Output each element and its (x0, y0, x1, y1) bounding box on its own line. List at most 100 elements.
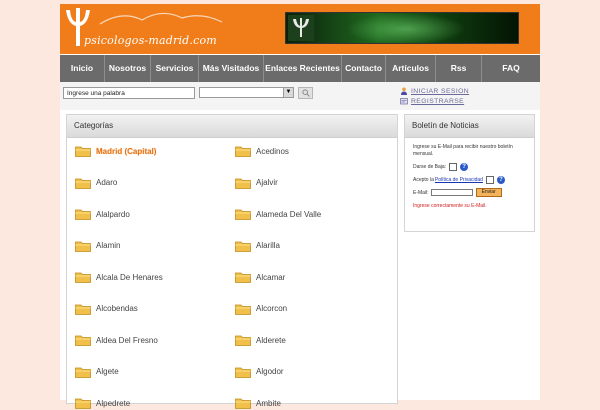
search-icon (302, 89, 310, 97)
header-banner[interactable] (285, 12, 519, 44)
folder-icon (75, 304, 91, 315)
banner-glow (346, 13, 466, 43)
category-item[interactable]: Alcorcon (235, 302, 287, 316)
category-select[interactable]: ▼ (199, 87, 294, 98)
category-label: Alameda Del Valle (256, 209, 322, 219)
newsletter-panel: Boletín de Noticias Ingrese su E-Mail pa… (404, 114, 535, 232)
category-item[interactable]: Madrid (Capital) (75, 144, 156, 158)
category-item[interactable]: Alpedrete (75, 396, 130, 410)
folder-icon (75, 178, 91, 189)
psi-banner-icon (288, 15, 314, 41)
category-item[interactable]: Alcobendas (75, 302, 138, 316)
folder-icon (235, 272, 251, 283)
nav-item-nosotros[interactable]: Nosotros (105, 55, 151, 82)
register-icon (400, 98, 408, 105)
search-button[interactable] (298, 87, 313, 99)
category-label: Alcobendas (96, 304, 138, 313)
user-icon (401, 87, 407, 95)
site-header: psicologos-madrid.com (60, 4, 540, 54)
send-button[interactable]: Enviar (475, 188, 502, 197)
category-item[interactable]: Adaro (75, 176, 117, 190)
folder-icon (235, 398, 251, 409)
folder-icon (235, 146, 251, 157)
nav-item-inicio[interactable]: Inicio (60, 55, 105, 82)
category-label: Ajalvir (256, 178, 278, 187)
page-wrapper: psicologos-madrid.com Inicio Nosotros Se… (60, 4, 540, 409)
email-row: E-Mail: Enviar (413, 188, 528, 197)
newsletter-description: Ingrese su E-Mail para recibir nuestro b… (413, 144, 513, 157)
unsubscribe-label: Darse de Baja: (413, 163, 447, 170)
categories-panel: Categorías Madrid (Capital) Adaro Alalpard… (66, 114, 398, 409)
newsletter-title: Boletín de Noticias (405, 115, 534, 138)
folder-icon (235, 241, 251, 252)
chevron-down-icon[interactable]: ▼ (283, 88, 293, 97)
category-item[interactable]: Alarilla (235, 239, 280, 253)
main-nav: Inicio Nosotros Servicios Más Visitados … (60, 55, 540, 82)
category-label: Aldea Del Fresno (96, 335, 158, 345)
register-label: REGISTRARSE (411, 97, 465, 105)
folder-icon (235, 304, 251, 315)
category-item[interactable]: Alameda Del Valle (235, 207, 321, 221)
category-item[interactable]: Ajalvir (235, 176, 278, 190)
category-item[interactable]: Algodor (235, 365, 284, 379)
category-item[interactable]: Ambite (235, 396, 281, 410)
category-item[interactable]: Aldea Del Fresno (75, 333, 158, 347)
privacy-checkbox[interactable] (485, 175, 494, 184)
privacy-policy-link[interactable]: Política de Privacidad (435, 177, 483, 183)
user-links: INICIAR SESION REGISTRARSE (400, 86, 469, 106)
category-item[interactable]: Alalpardo (75, 207, 130, 221)
category-label: Alarilla (256, 241, 281, 250)
category-label: Alamin (96, 241, 121, 250)
category-item[interactable]: Alderete (235, 333, 286, 347)
category-item[interactable]: Alcamar (235, 270, 285, 284)
nav-item-contacto[interactable]: Contacto (342, 55, 386, 82)
nav-item-mas-visitados[interactable]: Más Visitados (199, 55, 264, 82)
nav-item-articulos[interactable]: Artículos (386, 55, 436, 82)
folder-icon (75, 146, 91, 157)
nav-item-enlaces-recientes[interactable]: Enlaces Recientes (264, 55, 342, 82)
email-label: E-Mail: (413, 189, 429, 196)
category-item[interactable]: Algete (75, 365, 119, 379)
folder-icon (235, 178, 251, 189)
category-item[interactable]: Acedinos (235, 144, 289, 158)
unsubscribe-checkbox[interactable] (449, 162, 458, 171)
newsletter-status-message: Ingrese correctamente su E-Mail. (413, 203, 487, 209)
category-label: Alderete (256, 335, 286, 345)
login-label: INICIAR SESION (411, 87, 470, 95)
category-label: Adaro (96, 178, 118, 187)
nav-item-faq[interactable]: FAQ (482, 55, 540, 82)
folder-icon (235, 367, 251, 378)
help-icon[interactable]: ? (496, 175, 505, 184)
category-item[interactable]: Alcala De Henares (75, 270, 163, 284)
folder-icon (75, 272, 91, 283)
help-icon[interactable]: ? (460, 162, 469, 171)
folder-icon (75, 241, 91, 252)
folder-icon (75, 209, 91, 220)
folder-icon (75, 335, 91, 346)
unsubscribe-row: Darse de Baja: ? (413, 162, 528, 171)
email-field[interactable] (430, 189, 473, 196)
category-label: Algete (96, 367, 119, 376)
category-label: Alalpardo (96, 209, 130, 219)
nav-item-servicios[interactable]: Servicios (151, 55, 199, 82)
category-label: Madrid (Capital) (96, 146, 157, 156)
folder-icon (75, 398, 91, 409)
folder-icon (235, 335, 251, 346)
search-input[interactable]: Ingrese una palabra (63, 87, 195, 99)
login-link[interactable]: INICIAR SESION (400, 86, 469, 96)
categories-title: Categorías (67, 115, 397, 138)
register-link[interactable]: REGISTRARSE (400, 96, 469, 106)
privacy-row: Acepto la Política de Privacidad ? (413, 175, 528, 184)
site-logo[interactable]: psicologos-madrid.com (62, 6, 240, 52)
folder-icon (75, 367, 91, 378)
category-label: Alcamar (256, 272, 286, 282)
category-label: Alcorcon (256, 304, 288, 313)
category-label: Alcala De Henares (96, 272, 163, 282)
folder-icon (235, 209, 251, 220)
category-label: Acedinos (256, 146, 289, 156)
category-label: Algodor (256, 367, 284, 376)
logo-text: psicologos-madrid.com (84, 34, 217, 47)
nav-item-rss[interactable]: Rss (436, 55, 482, 82)
category-item[interactable]: Alamin (75, 239, 120, 253)
accept-label: Acepto la (413, 176, 434, 183)
